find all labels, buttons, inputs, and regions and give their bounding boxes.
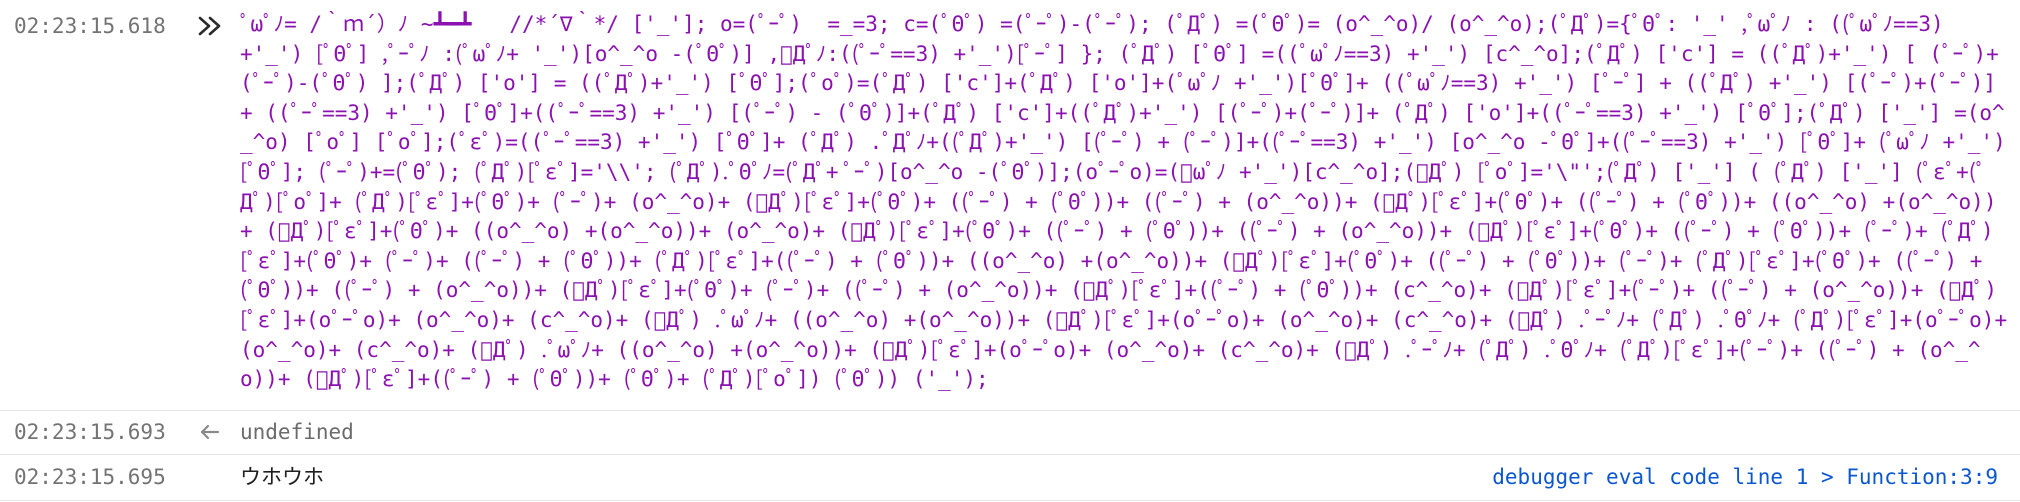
double-chevron-right-icon (196, 12, 226, 40)
console-output-entry: 02:23:15.693 undefined (0, 410, 2020, 455)
console-input-code[interactable]: ﾟωﾟﾉ= /｀ｍ´）ﾉ ~┻━┻ //*´∇｀*/ ['_']; o=(ﾟｰﾟ… (240, 10, 2008, 395)
timestamp: 02:23:15.618 (14, 14, 166, 38)
return-arrow-left-icon (196, 418, 226, 446)
timestamp: 02:23:15.695 (14, 465, 166, 489)
timestamp: 02:23:15.693 (14, 420, 166, 444)
source-location-link[interactable]: debugger eval code line 1 > Function:3:9 (1492, 463, 1998, 491)
console-panel: 02:23:15.618 ﾟωﾟﾉ= /｀ｍ´）ﾉ ~┻━┻ //*´∇｀*/ … (0, 0, 2020, 502)
console-input-entry: 02:23:15.618 ﾟωﾟﾉ= /｀ｍ´）ﾉ ~┻━┻ //*´∇｀*/ … (0, 0, 2020, 411)
console-log-entry: 02:23:15.695 ウホウホ debugger eval code lin… (0, 454, 2020, 501)
output-value: undefined (240, 420, 354, 444)
log-message: ウホウホ (240, 465, 324, 489)
